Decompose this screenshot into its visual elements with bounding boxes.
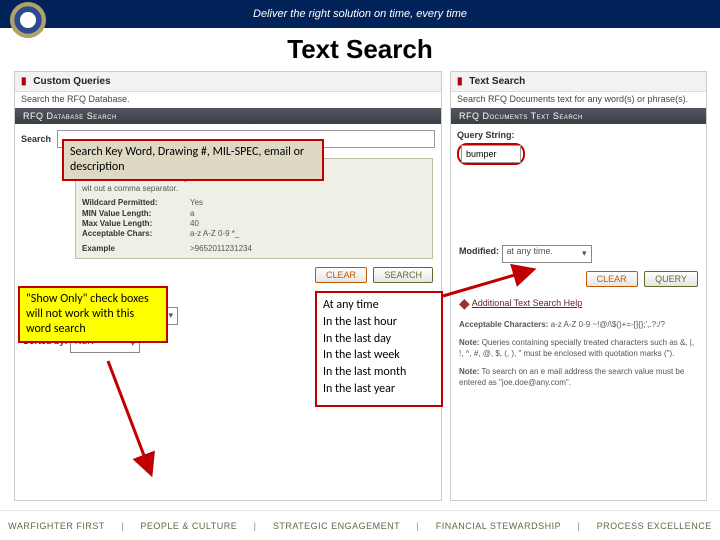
footer: WARFIGHTER FIRST| PEOPLE & CULTURE| STRA… xyxy=(0,510,720,540)
modified-select[interactable]: at any time. xyxy=(502,245,592,263)
clear-button[interactable]: CLEAR xyxy=(315,267,367,283)
content-area: ▮ Custom Queries Search the RFQ Database… xyxy=(0,71,720,511)
custom-queries-header: ▮ Custom Queries xyxy=(15,72,441,92)
callout-showonly-text: "Show Only" check boxes will not work wi… xyxy=(26,292,149,336)
time-opt-1: In the last hour xyxy=(323,314,435,331)
modified-value: at any time. xyxy=(507,246,554,256)
search-button[interactable]: SEARCH xyxy=(373,267,433,283)
acceptable-chars: Acceptable Characters: a-z A-Z 0-9 ~!@/\… xyxy=(451,316,706,334)
chars-val: a-z A-Z 0-9 ~!@/\$()+=-[]{};',.?:/? xyxy=(551,320,665,329)
note1-label: Note: xyxy=(459,338,479,347)
query-string-input[interactable] xyxy=(461,145,521,163)
callout-showonly: "Show Only" check boxes will not work wi… xyxy=(18,286,168,343)
query-string-row: Query String: xyxy=(451,124,706,171)
hint-example-label: Example xyxy=(82,244,190,254)
text-search-sub: Search RFQ Documents text for any word(s… xyxy=(451,92,706,106)
tagline: Deliver the right solution on time, ever… xyxy=(253,8,467,20)
modified-row: Modified: at any time. xyxy=(451,241,706,267)
arrow-timerange-icon xyxy=(435,266,535,311)
time-opt-3: In the last week xyxy=(323,347,435,364)
hint-chars-val: a-z A-Z 0-9 *_ xyxy=(190,229,239,238)
hint-nsn-text2: wit out a comma separator. xyxy=(82,184,426,194)
page-title: Text Search xyxy=(0,34,720,65)
note2-text: To search on an e mail address the searc… xyxy=(459,367,684,386)
note1: Note: Queries containing specially treat… xyxy=(451,334,706,363)
chars-label: Acceptable Characters: xyxy=(459,320,548,329)
hint-min-val: a xyxy=(190,209,194,218)
footer-5: PROCESS EXCELLENCE xyxy=(597,521,712,531)
rfq-db-search-bar: RFQ Database Search xyxy=(15,108,441,124)
left-button-row: CLEAR SEARCH xyxy=(15,263,441,287)
hint-wildcard-val: Yes xyxy=(190,198,203,207)
hint-max-val: 40 xyxy=(190,219,199,228)
bullet-icon: ▮ xyxy=(21,76,27,87)
query-string-label: Query String: xyxy=(457,130,700,140)
agency-seal-icon xyxy=(10,2,46,38)
callout-timerange-inner: At any time In the last hour In the last… xyxy=(317,293,441,402)
footer-4: FINANCIAL STEWARDSHIP xyxy=(436,521,561,531)
custom-queries-title: Custom Queries xyxy=(33,76,110,87)
search-label: Search xyxy=(21,134,51,144)
rfq-docs-text-bar: RFQ Documents Text Search xyxy=(451,108,706,124)
time-opt-0: At any time xyxy=(323,297,435,314)
callout-timerange: At any time In the last hour In the last… xyxy=(315,291,443,407)
clear-button-right[interactable]: CLEAR xyxy=(586,271,638,287)
footer-3: STRATEGIC ENGAGEMENT xyxy=(273,521,400,531)
hint-wildcard-label: Wildcard Permitted: xyxy=(82,198,190,208)
text-search-title: Text Search xyxy=(469,76,525,87)
time-opt-5: In the last year xyxy=(323,381,435,398)
custom-queries-sub: Search the RFQ Database. xyxy=(15,92,441,106)
footer-1: WARFIGHTER FIRST xyxy=(8,521,105,531)
note1-text: Queries containing specially treated cha… xyxy=(459,338,694,357)
bullet-icon: ▮ xyxy=(457,76,463,87)
time-opt-2: In the last day xyxy=(323,331,435,348)
time-opt-4: In the last month xyxy=(323,364,435,381)
query-button[interactable]: QUERY xyxy=(644,271,698,287)
hint-max-label: Max Value Length: xyxy=(82,219,190,229)
hint-min-label: MIN Value Length: xyxy=(82,209,190,219)
callout-keyword-text: Search Key Word, Drawing #, MIL-SPEC, em… xyxy=(70,145,304,174)
hint-chars-label: Acceptable Chars: xyxy=(82,229,190,239)
modified-label: Modified: xyxy=(459,246,499,256)
note2: Note: To search on an e mail address the… xyxy=(451,363,706,392)
text-search-header: ▮ Text Search xyxy=(451,72,706,92)
top-bar: Deliver the right solution on time, ever… xyxy=(0,0,720,28)
arrow-showonly-icon xyxy=(98,361,158,486)
query-highlight-oval xyxy=(457,143,525,165)
note2-label: Note: xyxy=(459,367,479,376)
callout-keyword: Search Key Word, Drawing #, MIL-SPEC, em… xyxy=(62,139,324,181)
hint-example-val: >9652011231234 xyxy=(190,244,252,253)
footer-2: PEOPLE & CULTURE xyxy=(140,521,237,531)
